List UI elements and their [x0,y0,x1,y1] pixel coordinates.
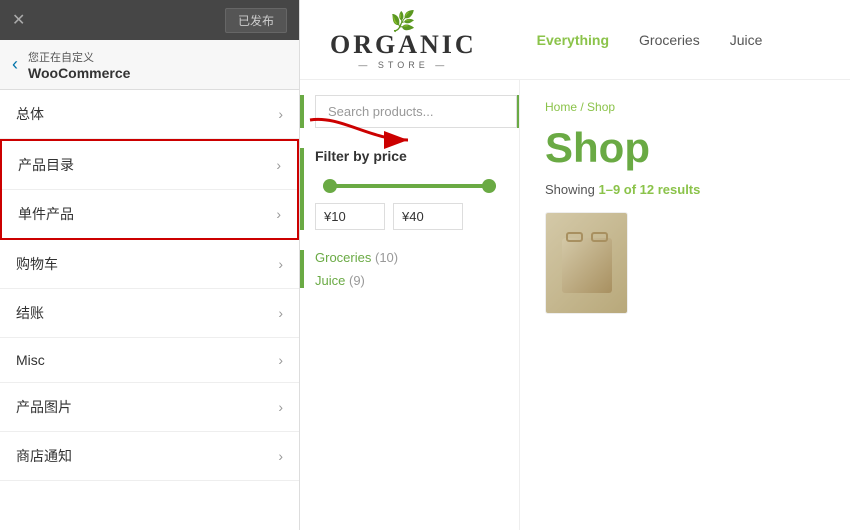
menu-item-购物车[interactable]: 购物车 › [0,240,299,289]
sidebar-widgets: Filter by price Groceries (10) Juice [300,80,520,530]
category-link-juice[interactable]: Juice [315,273,345,288]
menu-item-产品目录[interactable]: 产品目录 › [2,141,297,190]
category-link-groceries[interactable]: Groceries [315,250,371,265]
shop-area: Home / Shop Shop Showing 1–9 of 12 resul… [520,80,850,530]
back-button[interactable]: ‹ [12,54,18,75]
top-bar: ✕ 已发布 [0,0,299,40]
chevron-icon: › [278,352,283,368]
main-nav: Everything Groceries Juice [537,32,763,48]
nav-juice[interactable]: Juice [730,32,763,48]
menu-list: 总体 › 产品目录 › 单件产品 › 购物车 › 结账 › Misc › [0,90,299,530]
chevron-icon: › [276,206,281,222]
published-button[interactable]: 已发布 [225,8,287,33]
chevron-icon: › [276,157,281,173]
main-content: Filter by price Groceries (10) Juice [300,80,850,530]
customizing-bar: ‹ 您正在自定义 WooCommerce [0,40,299,90]
site-header: 🌿 ORGANIC — STORE — Everything Groceries… [300,0,850,80]
menu-item-单件产品[interactable]: 单件产品 › [2,190,297,238]
customizing-title: WooCommerce [28,65,130,81]
results-count: Showing 1–9 of 12 results [545,182,825,197]
category-juice[interactable]: Juice (9) [315,273,504,288]
menu-item-总体[interactable]: 总体 › [0,90,299,139]
menu-item-产品图片[interactable]: 产品图片 › [0,383,299,432]
chevron-icon: › [278,106,283,122]
price-slider-max-thumb[interactable] [482,179,496,193]
chevron-icon: › [278,256,283,272]
price-slider-min-thumb[interactable] [323,179,337,193]
chevron-icon: › [278,399,283,415]
price-filter: Filter by price [315,148,504,230]
price-slider-track[interactable] [323,184,496,188]
customizing-info: 您正在自定义 WooCommerce [28,49,130,81]
chevron-icon: › [278,448,283,464]
menu-item-商店通知[interactable]: 商店通知 › [0,432,299,481]
logo-sub: — STORE — [358,60,448,70]
category-count-groceries: (10) [375,250,398,265]
chevron-icon: › [278,305,283,321]
menu-item-结账[interactable]: 结账 › [0,289,299,338]
search-bar [315,95,504,128]
price-min-input[interactable] [315,203,385,230]
product-grid [545,212,825,314]
close-button[interactable]: ✕ [12,10,25,30]
logo: 🌿 ORGANIC — STORE — [330,9,477,70]
results-count-highlight: 1–9 of 12 results [598,182,700,197]
nav-groceries[interactable]: Groceries [639,32,700,48]
filter-title: Filter by price [315,148,504,164]
search-input[interactable] [315,95,517,128]
right-panel: 🌿 ORGANIC — STORE — Everything Groceries… [300,0,850,530]
logo-text: ORGANIC [330,30,477,60]
left-panel: ✕ 已发布 ‹ 您正在自定义 WooCommerce 总体 › 产品目录 › 单… [0,0,300,530]
price-max-input[interactable] [393,203,463,230]
product-card[interactable] [545,212,628,314]
menu-item-misc[interactable]: Misc › [0,338,299,383]
search-widget [315,95,504,128]
category-groceries[interactable]: Groceries (10) [315,250,504,265]
product-image [546,213,627,313]
breadcrumb: Home / Shop [545,100,825,114]
categories-widget: Groceries (10) Juice (9) [315,250,504,288]
shop-title: Shop [545,124,825,172]
customizing-subtitle: 您正在自定义 [28,49,130,65]
nav-everything[interactable]: Everything [537,32,609,48]
price-inputs [315,203,504,230]
category-count-juice: (9) [349,273,365,288]
